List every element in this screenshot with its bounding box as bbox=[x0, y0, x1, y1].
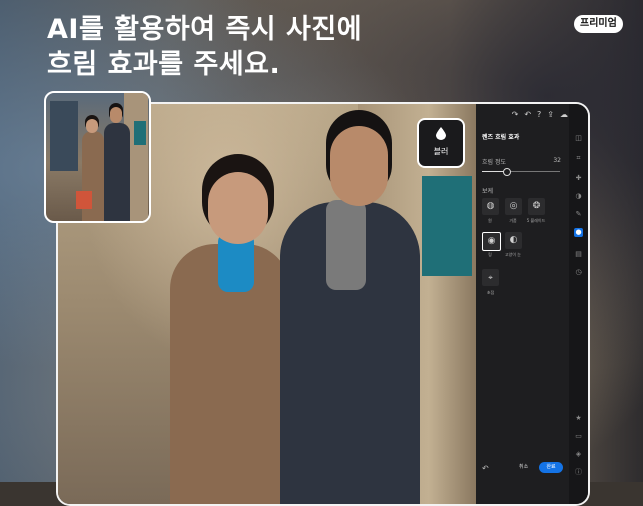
lens-blur-panel: ↷ ↶ ? ⇪ ☁ ⋯ 렌즈 흐림 효과 흐림 정도 32 보케 ◍ 원 ◎ 거… bbox=[476, 104, 582, 504]
bokeh-circle-label: 원 bbox=[488, 218, 492, 223]
edit-icon[interactable]: ◫ bbox=[574, 134, 583, 143]
headline-line-2: 흐림 효과를 주세요. bbox=[47, 49, 281, 80]
done-button[interactable]: 완료 bbox=[539, 462, 563, 473]
versions-icon[interactable]: ◷ bbox=[574, 268, 583, 277]
slider-thumb[interactable] bbox=[502, 168, 511, 176]
bokeh-ring-label: 5 블레이드 bbox=[526, 218, 546, 223]
bokeh-cat-eye-label: 링 bbox=[488, 252, 492, 257]
bokeh-swirl-icon[interactable]: ◐ bbox=[505, 232, 522, 249]
blur-strength-slider[interactable] bbox=[482, 168, 560, 176]
headline: AI를 활용하여 즉시 사진에 흐림 효과를 주세요. bbox=[47, 12, 362, 82]
bokeh-cat-eye-icon[interactable]: ◉ bbox=[482, 232, 501, 251]
redo-icon[interactable]: ↷ bbox=[512, 110, 519, 122]
woman-head bbox=[208, 172, 268, 244]
heal-icon[interactable]: ✚ bbox=[574, 174, 583, 183]
focus-label: 초점 bbox=[486, 290, 495, 295]
water-drop-icon bbox=[419, 125, 463, 144]
cancel-button[interactable]: 취소 bbox=[516, 462, 531, 473]
original-photo-thumbnail bbox=[44, 91, 151, 223]
focus-icon[interactable]: ⌖ bbox=[482, 269, 499, 286]
crop-icon[interactable]: ⌗ bbox=[574, 154, 583, 163]
man-head bbox=[330, 126, 388, 206]
blur-icon[interactable]: ● bbox=[574, 228, 583, 237]
bokeh-section-label: 보케 bbox=[482, 188, 494, 195]
masking-icon[interactable]: ◑ bbox=[574, 192, 583, 201]
blur-tool-badge: 블러 bbox=[417, 118, 465, 168]
undo-icon[interactable]: ↶ bbox=[524, 110, 531, 122]
share-icon[interactable]: ⇪ bbox=[547, 110, 554, 122]
thumbnail-man-head bbox=[110, 107, 122, 123]
bokeh-ring-icon[interactable]: ❂ bbox=[528, 198, 545, 215]
thumbnail-woman-head bbox=[86, 119, 98, 133]
blur-tool-label: 블러 bbox=[433, 147, 449, 156]
help-icon[interactable]: ? bbox=[537, 110, 541, 122]
cloud-icon[interactable]: ☁ bbox=[560, 110, 568, 122]
remove-icon[interactable]: ✎ bbox=[574, 210, 583, 219]
tag-icon[interactable]: ◈ bbox=[574, 450, 583, 459]
man-collar bbox=[326, 200, 366, 290]
comment-icon[interactable]: ▭ bbox=[574, 432, 583, 441]
headline-line-1: AI를 활용하여 즉시 사진에 bbox=[47, 14, 363, 45]
bokeh-bubble-label: 거품 bbox=[509, 218, 517, 223]
blur-strength-label: 흐림 정도 bbox=[482, 159, 506, 166]
thumbnail-man bbox=[104, 123, 130, 221]
info-icon[interactable]: ⓘ bbox=[574, 468, 583, 477]
thumbnail-building bbox=[50, 101, 78, 171]
thumbnail-teal-sign bbox=[134, 121, 146, 145]
star-icon[interactable]: ★ bbox=[574, 414, 583, 423]
teal-sign bbox=[422, 176, 472, 276]
premium-badge: 프리미엄 bbox=[574, 15, 623, 33]
bokeh-bubble-icon[interactable]: ◎ bbox=[505, 198, 522, 215]
bokeh-circle-icon[interactable]: ◍ bbox=[482, 198, 499, 215]
blur-strength-value: 32 bbox=[553, 157, 561, 164]
bokeh-swirl-label: 고양이 눈 bbox=[505, 252, 521, 257]
presets-icon[interactable]: ▤ bbox=[574, 250, 583, 259]
panel-title: 렌즈 흐림 효과 bbox=[482, 134, 520, 141]
thumbnail-shopping-bag bbox=[76, 191, 92, 209]
reset-icon[interactable]: ↶ bbox=[482, 464, 489, 473]
tool-rail: ◫ ⌗ ✚ ◑ ✎ ● ▤ ◷ ★ ▭ ◈ ⓘ bbox=[569, 104, 588, 504]
